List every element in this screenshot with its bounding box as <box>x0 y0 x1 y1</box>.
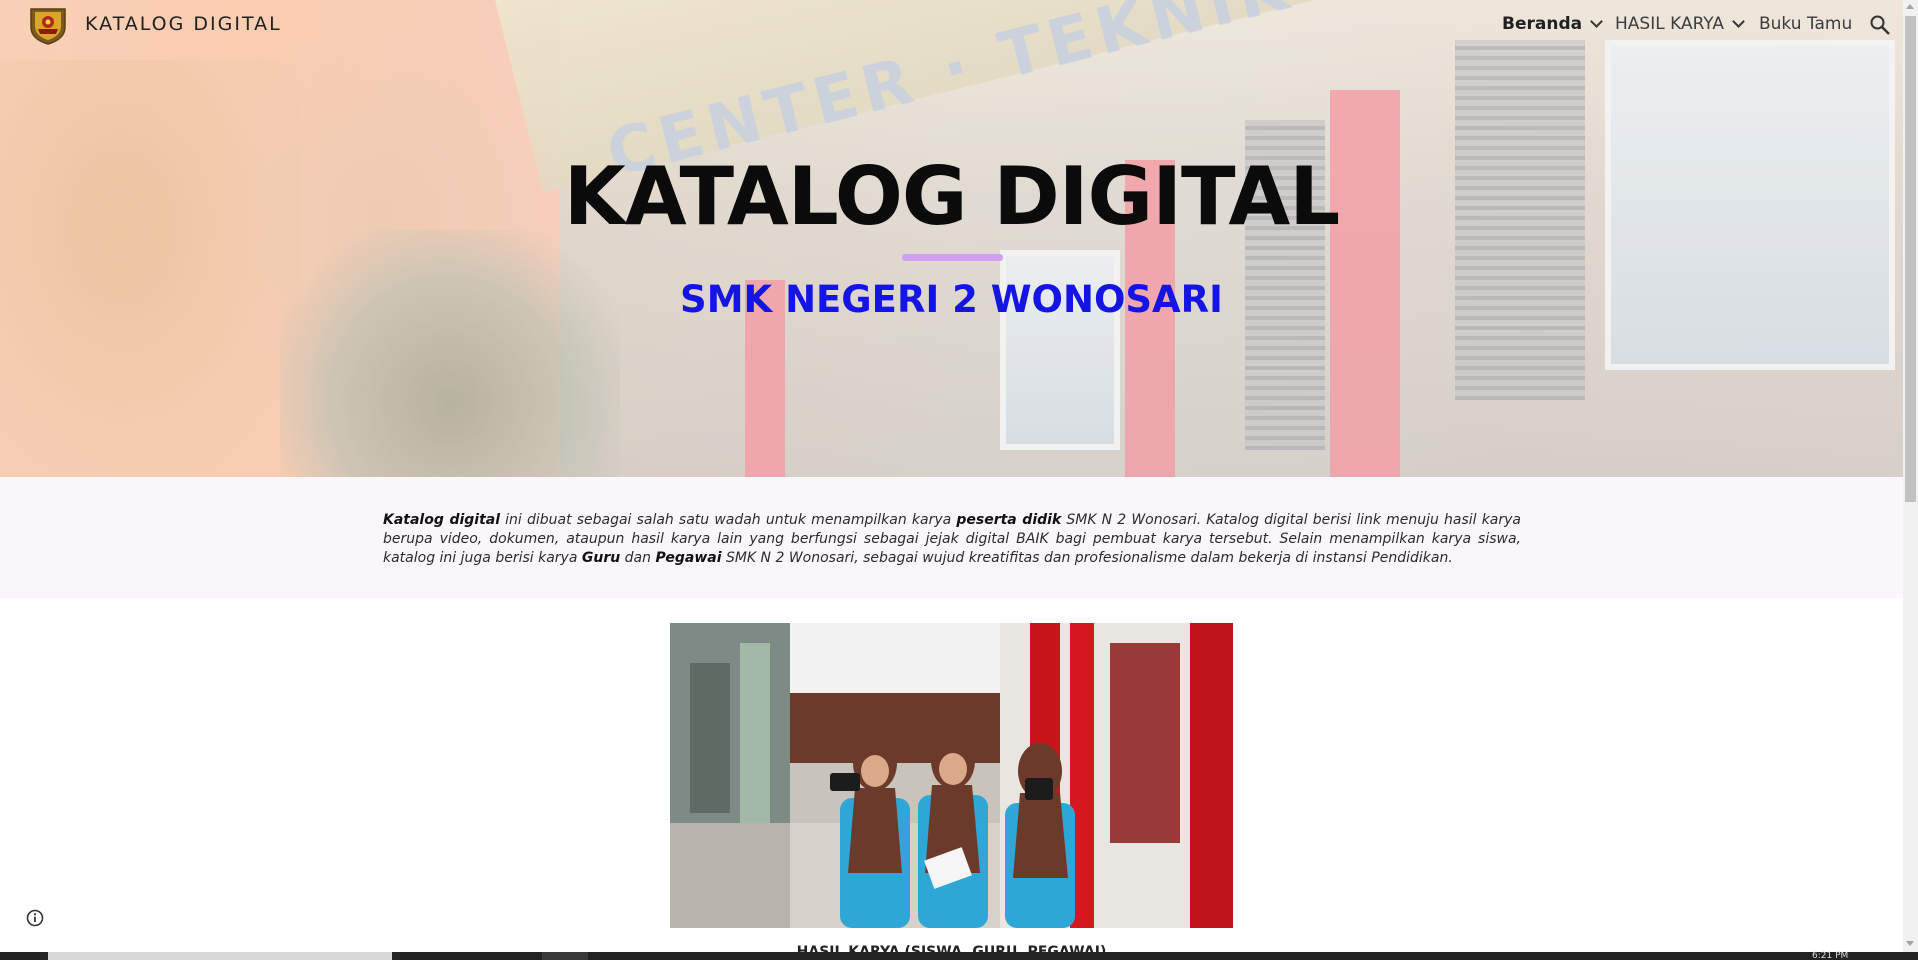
nav-item-label: HASIL KARYA <box>1615 14 1724 34</box>
page: CENTER · TEKNIK MESIN SMK NEGERI 2 KATAL… <box>0 0 1918 960</box>
taskbar-search-box[interactable] <box>48 952 392 960</box>
nav-item-hasil-karya[interactable]: HASIL KARYA <box>1615 14 1745 34</box>
nav-item-label: Buku Tamu <box>1759 14 1853 34</box>
top-navigation: KATALOG DIGITAL Beranda HASIL KARYA Buku… <box>0 0 1903 50</box>
scroll-up-arrow-icon[interactable] <box>1906 4 1914 9</box>
intro-paragraph: Katalog digital ini dibuat sebagai salah… <box>383 511 1521 568</box>
nav-item-beranda[interactable]: Beranda <box>1502 14 1603 34</box>
intro-emphasis: Pegawai <box>655 550 722 566</box>
hero-divider <box>902 254 1003 261</box>
intro-text: dan <box>620 550 656 566</box>
nav-item-buku-tamu[interactable]: Buku Tamu <box>1759 14 1852 34</box>
intro-text: ini dibuat sebagai salah satu wadah untu… <box>500 512 957 528</box>
taskbar-clock: 6:21 PM <box>1812 951 1849 960</box>
students-photo <box>670 623 1233 928</box>
school-logo-icon[interactable] <box>27 5 69 45</box>
info-icon[interactable] <box>26 909 44 927</box>
chevron-down-icon[interactable] <box>1732 15 1745 28</box>
hero-subtitle: SMK NEGERI 2 WONOSARI <box>680 278 1223 321</box>
nav-item-label: Beranda <box>1502 14 1583 34</box>
intro-text: SMK N 2 Wonosari, sebagai wujud kreatifi… <box>721 550 1453 566</box>
taskbar-app-button[interactable] <box>542 952 588 960</box>
scrollbar-thumb[interactable] <box>1905 16 1916 502</box>
hero-title: KATALOG DIGITAL <box>563 150 1340 243</box>
intro-emphasis: Katalog digital <box>383 512 501 528</box>
photo-caption: HASIL KARYA (SISWA, GURU, PEGAWAI) <box>796 944 1107 952</box>
search-icon[interactable] <box>1869 14 1891 36</box>
scroll-down-arrow-icon[interactable] <box>1906 941 1914 946</box>
viewport: CENTER · TEKNIK MESIN SMK NEGERI 2 KATAL… <box>0 0 1903 952</box>
intro-emphasis: Guru <box>581 550 621 566</box>
site-title[interactable]: KATALOG DIGITAL <box>85 13 282 35</box>
chevron-down-icon[interactable] <box>1590 15 1603 28</box>
intro-emphasis: peserta didik <box>956 512 1062 528</box>
